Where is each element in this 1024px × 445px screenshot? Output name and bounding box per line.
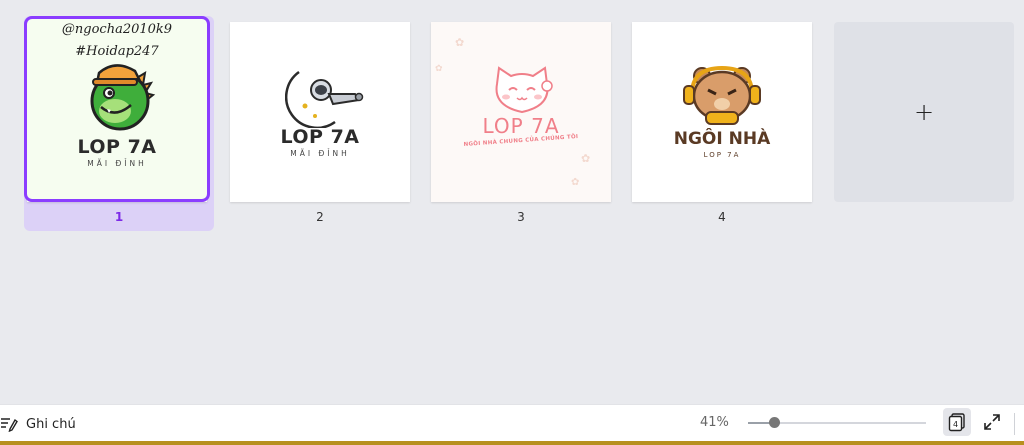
notes-icon [1, 418, 18, 432]
paw-icon: ✿ [435, 64, 443, 74]
moon-astronaut-illustration [285, 70, 364, 128]
zoom-percentage[interactable]: 41% [700, 415, 729, 430]
bottom-accent-bar [0, 441, 1024, 445]
paw-icon: ✿ [571, 177, 580, 188]
selected-page-border [24, 16, 210, 202]
expand-icon [984, 414, 1000, 430]
page-grid: @ngocha2010k9 #Hoidap247 LOP 7A MÃI ĐỈNH… [0, 0, 1024, 404]
notes-button[interactable]: Ghi chú [0, 414, 76, 434]
page-count-label: 4 [953, 420, 958, 429]
page-number-4: 4 [718, 210, 726, 224]
notes-label: Ghi chú [26, 416, 76, 432]
page-4-title: NGÔI NHÀ [673, 129, 771, 149]
add-page-button[interactable]: + [834, 22, 1014, 202]
page-2-title: LOP 7A [280, 126, 360, 148]
page-number-2: 2 [316, 210, 324, 224]
add-page-label: + [913, 98, 935, 126]
page-number-1: 1 [114, 210, 124, 224]
bear-gamer-illustration [683, 65, 761, 125]
page-thumbnail-2[interactable]: LOP 7A MÃI ĐỈNH [230, 22, 410, 202]
paw-icon: ✿ [581, 152, 591, 165]
page-4-subtitle: LOP 7A [703, 151, 741, 159]
zoom-slider-thumb[interactable] [768, 417, 780, 428]
paw-icon: ✿ [455, 36, 465, 49]
grid-view-button[interactable]: 4 [943, 408, 971, 436]
page-number-3: 3 [517, 210, 525, 224]
page-thumbnail-3[interactable]: ✿ ✿ ✿ ✿ LOP 7A NGÔI NHÀ CHUNG CỦA CHÚNG … [431, 22, 611, 202]
bottom-bar: Ghi chú 41% 4 [0, 404, 1024, 442]
divider [1014, 413, 1015, 435]
page-thumbnail-4[interactable]: NGÔI NHÀ LOP 7A [632, 22, 812, 202]
fullscreen-button[interactable] [980, 410, 1004, 434]
page-2-subtitle: MÃI ĐỈNH [290, 149, 350, 158]
cat-illustration [495, 66, 553, 114]
pages-icon: 4 [948, 413, 965, 432]
